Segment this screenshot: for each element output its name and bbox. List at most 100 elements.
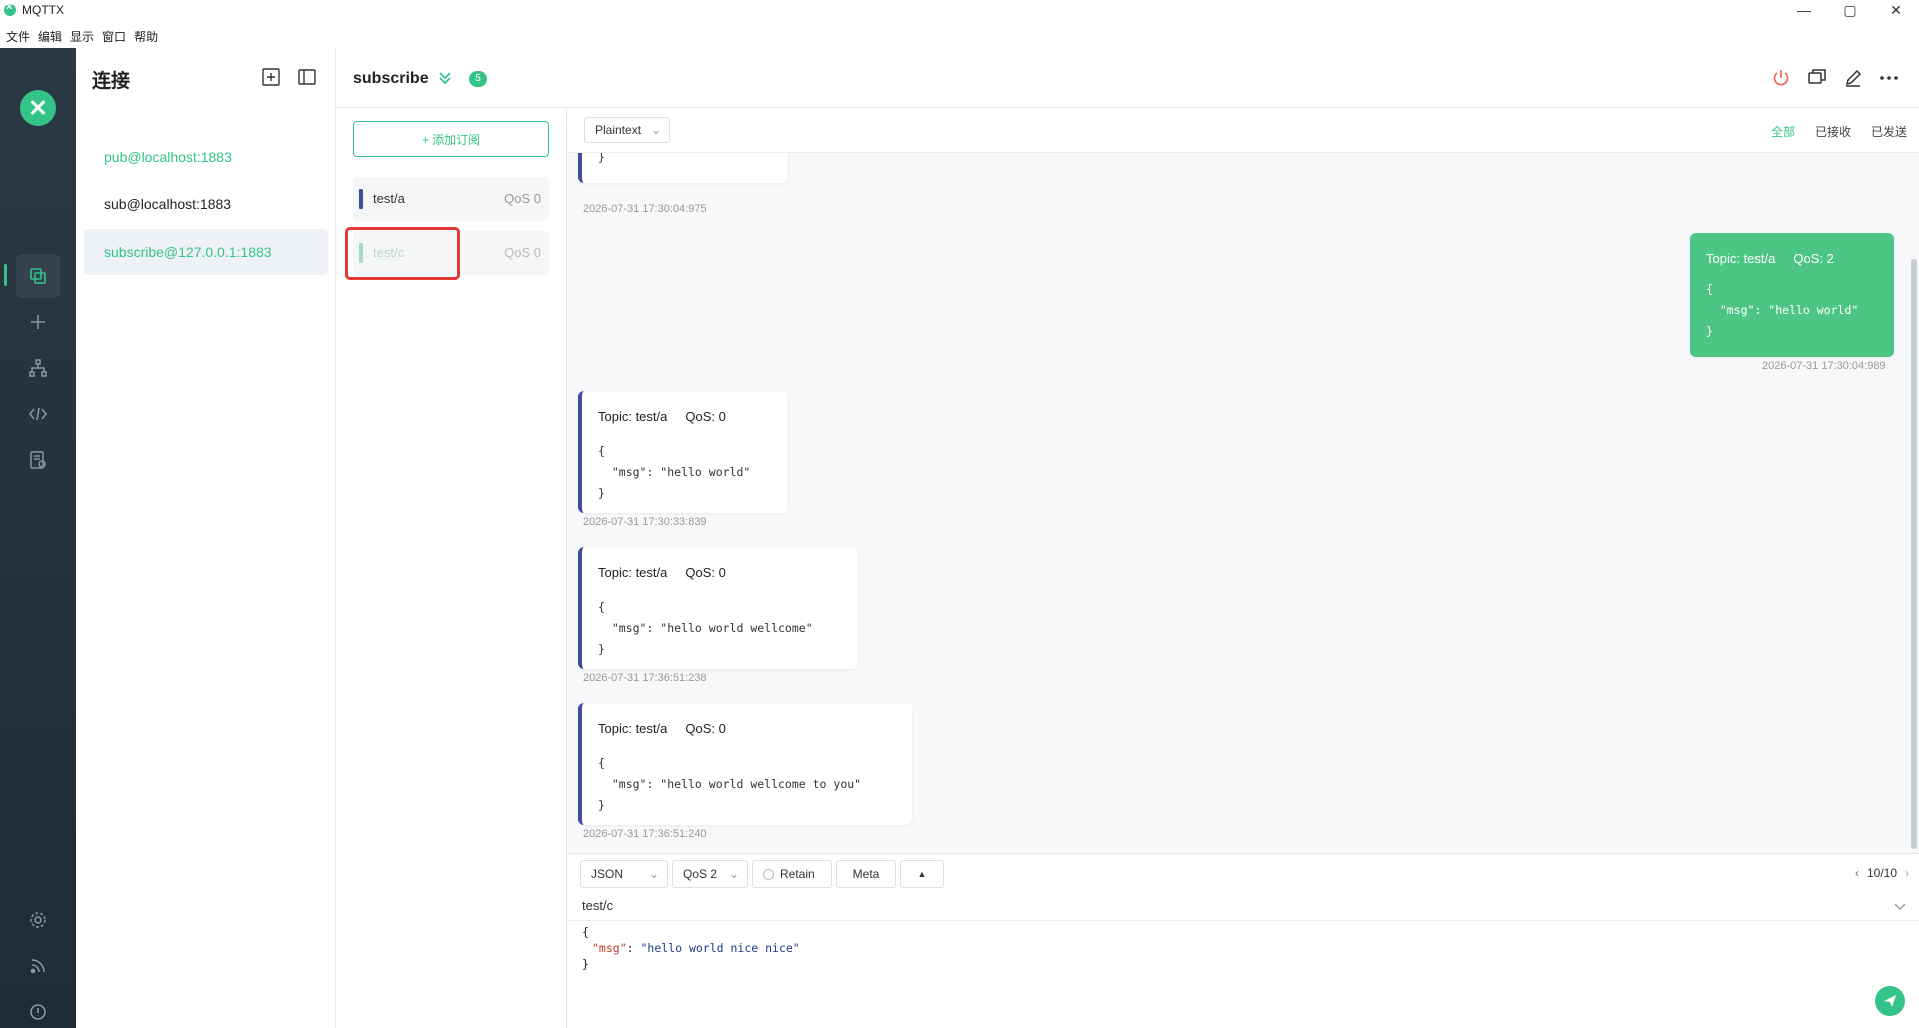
new-group-icon[interactable] (262, 68, 280, 86)
filter-all[interactable]: 全部 (1771, 123, 1795, 140)
connection-name: subscribe (353, 70, 429, 87)
subscription-topic: test/a (373, 191, 405, 206)
connection-label: sub@localhost:1883 (104, 196, 232, 212)
menu-bar: 文件 编辑 显示 窗口 帮助 (0, 25, 160, 47)
history-pager: ‹ 10/10 › (1855, 866, 1909, 880)
expand-composer-button[interactable]: ▲ (900, 860, 944, 888)
next-icon[interactable]: › (1905, 866, 1909, 880)
close-button[interactable]: ✕ (1873, 0, 1919, 20)
scrollbar-thumb[interactable] (1911, 259, 1917, 849)
payload-line: } (582, 957, 589, 971)
subscription-color-bar (359, 189, 363, 209)
topic-input[interactable]: test/c (582, 898, 613, 913)
message-header: Topic: test/a QoS: 2 (1706, 251, 1852, 266)
connection-label: subscribe@127.0.0.1:1883 (104, 244, 272, 260)
message-payload: { "msg": "hello world wellcome" } (598, 600, 813, 656)
left-nav (0, 48, 76, 1028)
connections-title: 连接 (92, 71, 131, 92)
message-payload: { "msg": "hello world" } (598, 444, 751, 500)
publish-composer: JSON ⌄ QoS 2 ⌄ Retain Meta ▲ ‹ 10/10 › test/… (568, 853, 1919, 1028)
message-incoming: Topic: test/a QoS: 0 { "msg": "hello worl… (578, 703, 912, 825)
menu-view[interactable]: 显示 (70, 28, 94, 45)
message-incoming: Topic: test/a QoS: 0 { "msg": "hello worl… (578, 547, 858, 669)
meta-label: Meta (852, 867, 880, 881)
message-qos: QoS: 2 (1793, 251, 1834, 266)
send-icon (1884, 995, 1896, 1007)
message-time: 2026-07-31 17:36:51:240 (583, 828, 707, 840)
window-controls: — ▢ ✕ (1781, 0, 1919, 20)
edit-icon[interactable] (1843, 68, 1863, 88)
payload-key: "msg" (592, 941, 627, 955)
connection-item[interactable]: subscribe@127.0.0.1:1883 (84, 229, 328, 275)
payload-format-select[interactable]: Plaintext ⌄ (584, 117, 670, 143)
message-outgoing: Topic: test/a QoS: 2 { "msg": "hello worl… (1690, 233, 1894, 357)
nav-settings-icon[interactable] (16, 898, 60, 942)
menu-edit[interactable]: 编辑 (38, 28, 62, 45)
highlight-annotation (345, 227, 460, 280)
message-topic: Topic: test/a (598, 721, 668, 736)
disconnect-icon[interactable] (1771, 68, 1791, 88)
message-qos: QoS: 0 (685, 409, 726, 424)
menu-help[interactable]: 帮助 (134, 28, 158, 45)
retain-checkbox[interactable]: Retain (752, 860, 832, 888)
chevron-down-icon: ⌄ (728, 867, 739, 881)
menu-window[interactable]: 窗口 (102, 28, 126, 45)
nav-feed-icon[interactable] (16, 944, 60, 988)
composer-format-select[interactable]: JSON ⌄ (580, 860, 668, 888)
connection-item[interactable]: pub@localhost:1883 (84, 134, 328, 180)
nav-script-icon[interactable] (16, 392, 60, 436)
filter-sent[interactable]: 已发送 (1871, 123, 1907, 140)
meta-button[interactable]: Meta (836, 860, 896, 888)
message-header: Topic: test/a QoS: 0 (598, 409, 744, 424)
message-scrollbar[interactable] (1911, 159, 1917, 849)
message-count-badge: 5 (469, 71, 487, 87)
title-bar: MQTTX — ▢ ✕ (0, 0, 1919, 20)
connection-item[interactable]: sub@localhost:1883 (84, 181, 328, 227)
retain-radio-icon (763, 868, 774, 880)
message-topic: Topic: test/a (1706, 251, 1776, 266)
subscription-item[interactable]: test/a QoS 0 (353, 177, 549, 221)
filter-received[interactable]: 已接收 (1815, 123, 1851, 140)
message-topic: Topic: test/a (598, 565, 668, 580)
send-button[interactable] (1875, 986, 1905, 1016)
message-qos: QoS: 0 (685, 565, 726, 580)
chevron-down-icon: ⌄ (648, 867, 659, 881)
more-icon[interactable] (1879, 68, 1899, 88)
toggle-sidebar-icon[interactable] (298, 68, 316, 86)
message-list: } 2026-07-31 17:30:04:975 Topic: test/a Q… (568, 109, 1919, 853)
message-topic: Topic: test/a (598, 409, 668, 424)
message-time: 2026-07-31 17:30:33:839 (583, 516, 707, 528)
divider (568, 920, 1919, 921)
prev-icon[interactable]: ‹ (1855, 866, 1859, 880)
minimize-button[interactable]: — (1781, 0, 1827, 20)
collapse-chevron-icon[interactable] (437, 68, 453, 88)
message-payload: { "msg": "hello world" } (1706, 282, 1859, 338)
message-time: 2026-07-31 17:30:04:975 (583, 203, 707, 215)
connection-header: subscribe 5 (337, 48, 1919, 108)
payload-editor[interactable]: { "msg": "hello world nice nice" } (582, 924, 800, 972)
composer-format-value: JSON (591, 867, 624, 881)
menu-file[interactable]: 文件 (6, 28, 30, 45)
new-window-icon[interactable] (1807, 68, 1827, 88)
caret-up-icon: ▲ (917, 869, 927, 879)
app-logo-icon (4, 1, 16, 16)
nav-log-icon[interactable] (16, 438, 60, 482)
nav-connections-icon[interactable] (16, 254, 60, 298)
message-header: Topic: test/a QoS: 0 (598, 721, 744, 736)
mqttx-logo-icon (20, 90, 56, 126)
chevron-down-icon: ⌄ (650, 123, 661, 137)
payload-line: { (582, 925, 589, 939)
subscription-qos: QoS 0 (504, 191, 541, 206)
message-time: 2026-07-31 17:36:51:238 (583, 672, 707, 684)
maximize-button[interactable]: ▢ (1827, 0, 1873, 20)
nav-topology-icon[interactable] (16, 346, 60, 390)
message-filter-tabs: 全部 已接收 已发送 (1771, 123, 1907, 140)
pager-value: 10/10 (1866, 866, 1897, 880)
nav-about-icon[interactable] (16, 990, 60, 1028)
retain-label: Retain (780, 867, 815, 881)
nav-new-connection-icon[interactable] (16, 300, 60, 344)
chevron-down-icon[interactable] (1893, 902, 1907, 912)
payload-line: "msg": "hello world nice nice" (592, 941, 800, 955)
add-subscription-button[interactable]: + 添加订阅 (353, 121, 549, 157)
composer-qos-select[interactable]: QoS 2 ⌄ (672, 860, 748, 888)
